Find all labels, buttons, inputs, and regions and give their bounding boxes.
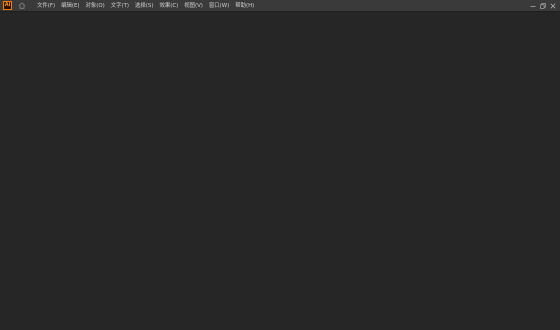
menu-edit[interactable]: 编辑(E)	[61, 0, 79, 12]
close-button[interactable]	[548, 1, 558, 11]
title-bar: Ai 文件(F) 编辑(E) 对象(O) 文字(T) 选择(S) 效果(C) 视…	[0, 0, 560, 12]
workspace-area[interactable]	[0, 12, 560, 330]
menu-view[interactable]: 视图(V)	[184, 0, 203, 12]
restore-icon	[540, 3, 546, 9]
menu-window[interactable]: 窗口(W)	[209, 0, 229, 12]
application-window: Ai 文件(F) 编辑(E) 对象(O) 文字(T) 选择(S) 效果(C) 视…	[0, 0, 560, 330]
menu-type[interactable]: 文字(T)	[111, 0, 129, 12]
menu-effect[interactable]: 效果(C)	[159, 0, 178, 12]
minimize-button[interactable]	[528, 1, 538, 11]
menu-bar: 文件(F) 编辑(E) 对象(O) 文字(T) 选择(S) 效果(C) 视图(V…	[37, 0, 260, 12]
minimize-icon	[530, 6, 536, 7]
home-icon-glyph	[18, 2, 26, 9]
logo-text: Ai	[4, 2, 11, 8]
menu-select[interactable]: 选择(S)	[135, 0, 153, 12]
close-icon	[550, 3, 556, 9]
window-controls	[528, 0, 558, 12]
restore-button[interactable]	[538, 1, 548, 11]
illustrator-logo[interactable]: Ai	[3, 1, 12, 10]
menu-object[interactable]: 对象(O)	[86, 0, 105, 12]
menu-file[interactable]: 文件(F)	[37, 0, 55, 12]
menu-help[interactable]: 帮助(H)	[235, 0, 254, 12]
home-icon[interactable]	[17, 1, 27, 11]
